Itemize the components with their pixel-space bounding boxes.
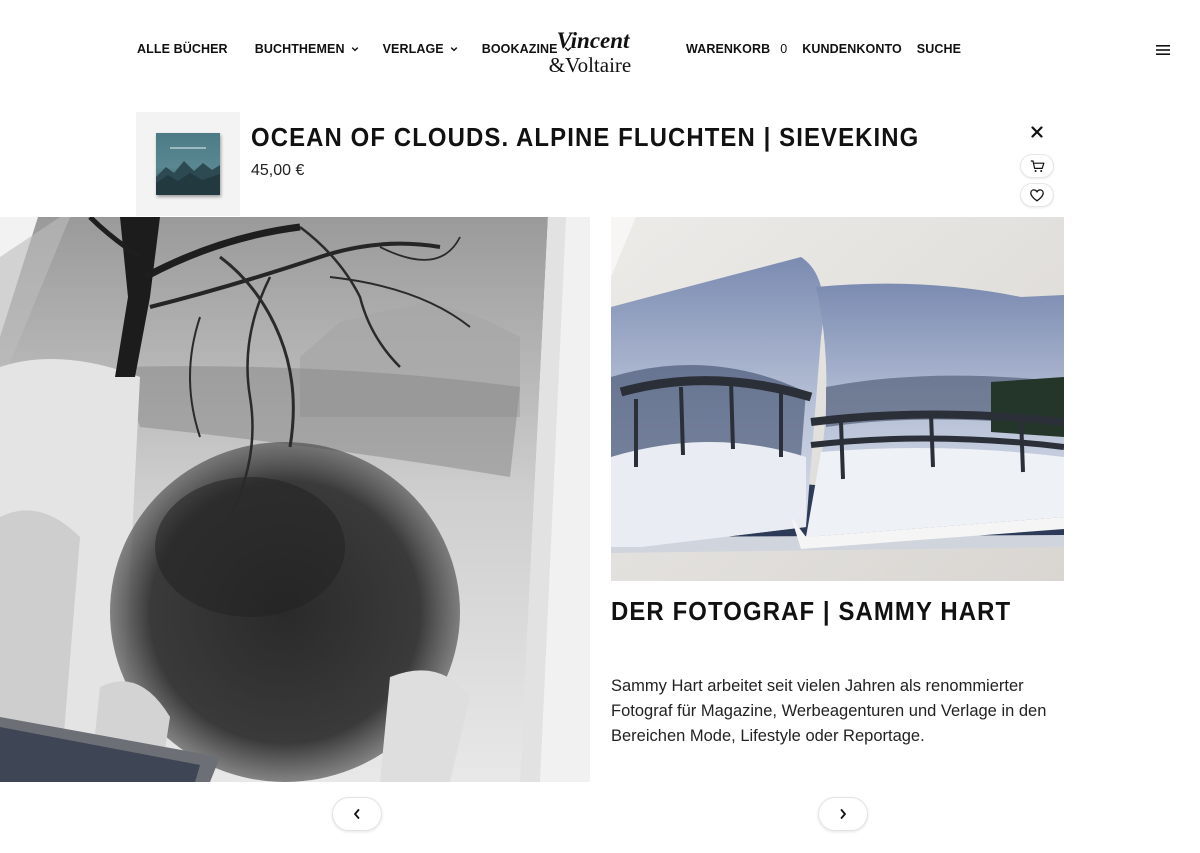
chevron-left-icon (354, 809, 360, 819)
nav-publishers-label: VERLAGE (382, 42, 444, 56)
nav-cart-label: WARENKORB (686, 42, 771, 56)
next-slide-button[interactable] (818, 797, 868, 831)
product-title: OCEAN OF CLOUDS. ALPINE FLUCHTEN | SIEVE… (251, 122, 920, 152)
nav-search[interactable]: SUCHE (917, 42, 961, 56)
nav-search-label: SUCHE (916, 42, 962, 56)
gallery-image-book (611, 217, 1064, 581)
product-price: 45,00 € (251, 162, 305, 179)
nav-account-label: KUNDENKONTO (802, 42, 902, 56)
add-to-cart-button[interactable] (1020, 154, 1054, 178)
wishlist-button[interactable] (1020, 183, 1054, 207)
open-book-photo (611, 217, 1064, 581)
tree-photo (0, 217, 590, 782)
chevron-down-icon (450, 47, 457, 52)
cart-count: 0 (780, 42, 788, 56)
section-heading: DER FOTOGRAF | SAMMY HART (611, 596, 1012, 626)
nav-account[interactable]: KUNDENKONTO (802, 42, 901, 56)
site-header: ALLE BÜCHER BUCHTHEMEN VERLAGE BOOKAZINE… (0, 0, 1200, 100)
site-logo[interactable]: Vincent &Voltaire (545, 26, 637, 76)
nav-publishers[interactable]: VERLAGE (383, 42, 458, 56)
utility-nav: WARENKORB 0 KUNDENKONTO SUCHE (686, 42, 976, 56)
main-nav: ALLE BÜCHER BUCHTHEMEN VERLAGE BOOKAZINE (137, 42, 572, 56)
hamburger-icon[interactable] (1156, 44, 1170, 56)
product-thumbnail[interactable] (136, 112, 240, 216)
nav-book-topics[interactable]: BUCHTHEMEN (255, 42, 359, 56)
chevron-down-icon (351, 47, 358, 52)
nav-all-books-label: ALLE BÜCHER (137, 42, 228, 56)
gallery-image-tree (0, 217, 590, 782)
close-icon[interactable] (1028, 123, 1046, 141)
section-body: Sammy Hart arbeitet seit vielen Jahren a… (611, 677, 1047, 745)
logo-line2: &Voltaire (549, 53, 631, 76)
book-cover-image (156, 133, 220, 195)
logo-line1: Vincent (557, 28, 630, 53)
previous-slide-button[interactable] (332, 797, 382, 831)
nav-all-books[interactable]: ALLE BÜCHER (137, 42, 228, 56)
chevron-right-icon (840, 809, 846, 819)
cart-icon (1030, 159, 1044, 172)
heart-icon (1030, 188, 1044, 202)
nav-cart[interactable]: WARENKORB 0 (686, 42, 787, 56)
nav-book-topics-label: BUCHTHEMEN (254, 42, 345, 56)
